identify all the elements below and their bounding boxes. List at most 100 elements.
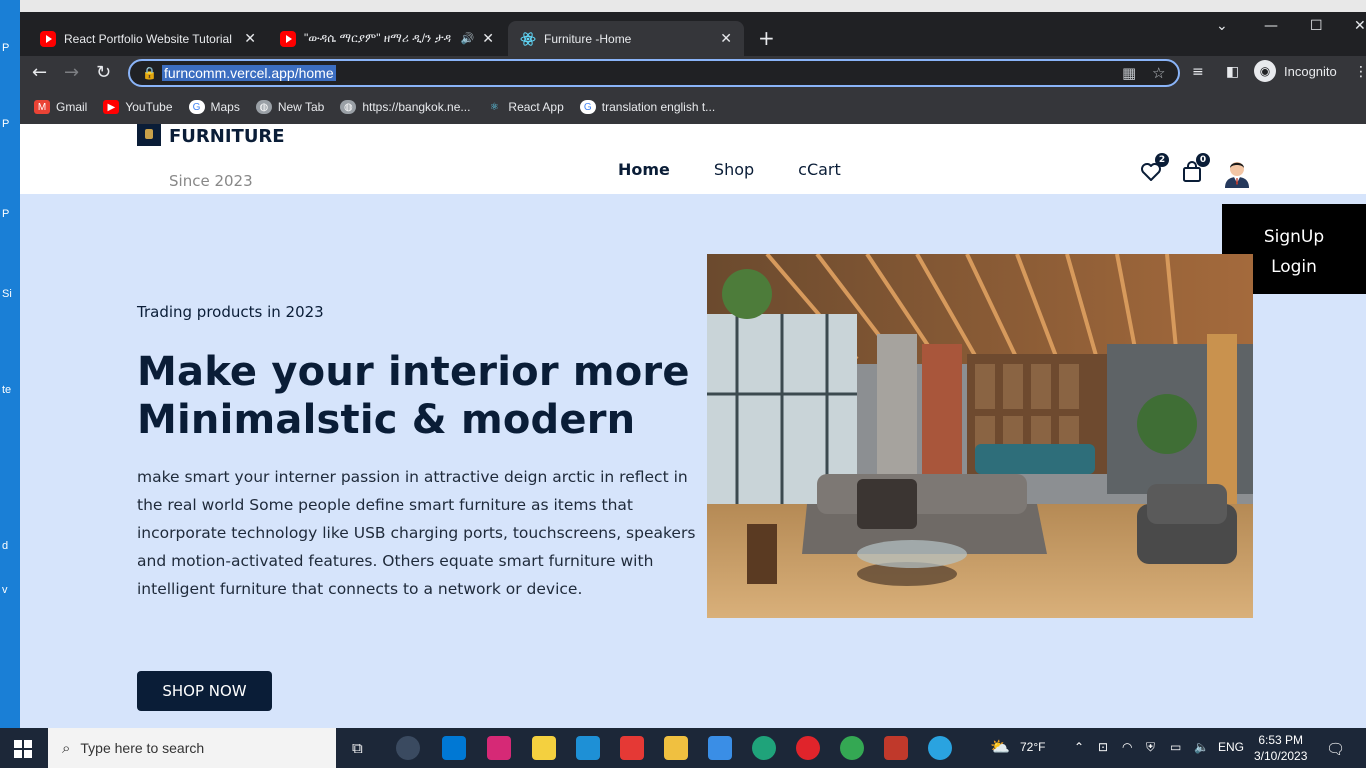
globe-icon: ◍: [340, 100, 357, 114]
desktop-background: P P P Si te d v: [0, 0, 20, 728]
bookmark-label: React App: [508, 100, 564, 114]
cart-button[interactable]: 0: [1180, 153, 1210, 184]
desktop-edge-letter: P: [2, 118, 10, 130]
desktop-edge-letter: d: [2, 540, 9, 552]
bookmarks-bar: M Gmail ▶ YouTube G Maps ◍ New Tab ◍ https://…: [20, 90, 1366, 124]
close-tab-icon[interactable]: ✕: [720, 30, 732, 47]
gmail-icon: M: [34, 100, 50, 114]
address-bar[interactable]: 🔒 furncomm.vercel.app/home ▦ ☆: [128, 59, 1180, 87]
bookmark-label: Maps: [210, 100, 240, 114]
bookmark-bangkok[interactable]: ◍ https://bangkok.ne...: [340, 100, 470, 114]
bookmark-label: YouTube: [125, 100, 173, 114]
search-icon: ⌕: [62, 739, 71, 757]
user-avatar[interactable]: [1222, 156, 1252, 188]
pixel-app-icon[interactable]: [884, 736, 908, 760]
maximize-button[interactable]: ☐: [1310, 18, 1323, 34]
tab-title: "ውዳሴ ማርያም" ዘማሪ ዲ/ን ታዳ: [304, 31, 452, 45]
clock[interactable]: 6:53 PM 3/10/2023: [1254, 732, 1307, 764]
close-window-button[interactable]: ✕: [1354, 18, 1366, 34]
bookmark-maps[interactable]: G Maps: [188, 100, 240, 114]
web-page: FURNITURE Since 2023 Home Shop cCart 2 0: [20, 124, 1366, 728]
hero-eyebrow: Trading products in 2023: [137, 303, 324, 321]
hero-title: Make your interior more Minimalstic & mo…: [137, 349, 690, 443]
chrome-icon[interactable]: [840, 736, 864, 760]
reload-button[interactable]: ↻: [96, 62, 111, 83]
browser-toolbar: ← → ↻ 🔒 furncomm.vercel.app/home ▦ ☆ ≡ ◧…: [20, 56, 1366, 90]
opera-icon[interactable]: [796, 736, 820, 760]
network-adapter-icon[interactable]: ⊡: [1098, 740, 1108, 754]
lock-icon: 🔒: [142, 66, 157, 80]
nav-home[interactable]: Home: [618, 160, 670, 179]
close-tab-icon[interactable]: ✕: [482, 30, 494, 47]
wifi-icon[interactable]: ◠: [1122, 740, 1132, 754]
hero-description: make smart your interner passion in attr…: [137, 468, 696, 598]
browser-tab-1[interactable]: React Portfolio Website Tutorial I ✕: [28, 21, 268, 56]
notifications-icon[interactable]: 🗨: [1326, 740, 1345, 758]
tab-title: React Portfolio Website Tutorial I: [64, 31, 237, 46]
bookmark-gmail[interactable]: M Gmail: [34, 100, 87, 114]
browser-tab-3[interactable]: Furniture -Home ✕: [508, 21, 744, 56]
weather-icon: ⛅: [990, 739, 1010, 756]
site-header: FURNITURE Since 2023 Home Shop cCart 2 0: [20, 124, 1366, 194]
back-button[interactable]: ←: [32, 62, 47, 83]
minimize-button[interactable]: —: [1264, 18, 1278, 34]
clock-time: 6:53 PM: [1258, 733, 1304, 747]
logo-icon[interactable]: [137, 124, 161, 146]
browser-window: React Portfolio Website Tutorial I ✕ "ውዳ…: [20, 12, 1366, 124]
brand-since: Since 2023: [169, 172, 253, 190]
weather-temp[interactable]: 72°F: [1020, 740, 1045, 754]
youtube-icon: [280, 30, 296, 47]
desktop-edge-letter: P: [2, 42, 10, 54]
qr-code-icon[interactable]: ▦: [1122, 64, 1136, 82]
store-icon[interactable]: [442, 736, 466, 760]
main-nav: Home Shop cCart: [618, 160, 841, 179]
react-icon: [520, 31, 536, 46]
bookmark-new-tab[interactable]: ◍ New Tab: [255, 100, 324, 114]
reading-list-icon[interactable]: ≡: [1192, 64, 1204, 80]
nav-shop[interactable]: Shop: [714, 160, 754, 179]
telegram-icon[interactable]: [928, 736, 952, 760]
chrome-profile-icon[interactable]: [396, 736, 420, 760]
instagram-icon[interactable]: [487, 736, 511, 760]
edge-icon[interactable]: [752, 736, 776, 760]
task-view-icon[interactable]: ⧉: [352, 740, 363, 757]
media-player-icon[interactable]: [532, 736, 556, 760]
file-explorer-icon[interactable]: [664, 736, 688, 760]
volume-icon[interactable]: 🔈: [1194, 740, 1209, 754]
signup-link[interactable]: SignUp: [1222, 222, 1366, 252]
wps-icon[interactable]: [620, 736, 644, 760]
google-icon: G: [579, 100, 596, 114]
vscode-icon[interactable]: [576, 736, 600, 760]
bookmark-label: translation english t...: [601, 100, 716, 114]
forward-button[interactable]: →: [64, 62, 79, 83]
wishlist-button[interactable]: 2: [1139, 153, 1169, 184]
security-icon[interactable]: ⛨: [1146, 740, 1155, 755]
windows-taskbar: ⌕ Type here to search ⧉ ⛅ 72°F ⌃ ⊡ ◠ ⛨ ▭…: [0, 728, 1366, 768]
windows-start-icon[interactable]: [14, 740, 32, 758]
side-panel-icon[interactable]: ◧: [1226, 64, 1239, 80]
tab-search-icon[interactable]: ⌄: [1216, 18, 1228, 34]
bookmark-youtube[interactable]: ▶ YouTube: [103, 100, 173, 114]
close-tab-icon[interactable]: ✕: [244, 30, 256, 47]
taskbar-search[interactable]: ⌕ Type here to search: [48, 728, 336, 768]
desktop-edge-letter: te: [2, 384, 12, 396]
shop-now-button[interactable]: SHOP NOW: [137, 671, 272, 711]
hero-image: [707, 254, 1253, 618]
incognito-profile[interactable]: ◉ Incognito: [1254, 60, 1337, 82]
language-indicator[interactable]: ENG: [1218, 740, 1244, 754]
url-text[interactable]: furncomm.vercel.app/home: [162, 65, 336, 81]
brand-name[interactable]: FURNITURE: [169, 126, 285, 147]
menu-kebab-icon[interactable]: ⋮: [1354, 64, 1366, 80]
speaker-icon[interactable]: 🔊: [461, 32, 475, 45]
battery-icon[interactable]: ▭: [1170, 740, 1181, 754]
google-icon: G: [188, 100, 205, 114]
browser-tab-2[interactable]: "ውዳሴ ማርያም" ዘማሪ ዲ/ን ታዳ 🔊 ✕: [268, 21, 506, 56]
new-tab-button[interactable]: +: [758, 26, 775, 50]
chevron-up-icon[interactable]: ⌃: [1074, 740, 1084, 754]
nav-cart[interactable]: cCart: [798, 160, 841, 179]
mail-icon[interactable]: [708, 736, 732, 760]
bookmark-react-app[interactable]: ⚛ React App: [486, 100, 564, 114]
bookmark-star-icon[interactable]: ☆: [1152, 64, 1165, 82]
bookmark-translation[interactable]: Gtranslation english t...: [579, 100, 716, 114]
youtube-icon: ▶: [103, 100, 120, 114]
